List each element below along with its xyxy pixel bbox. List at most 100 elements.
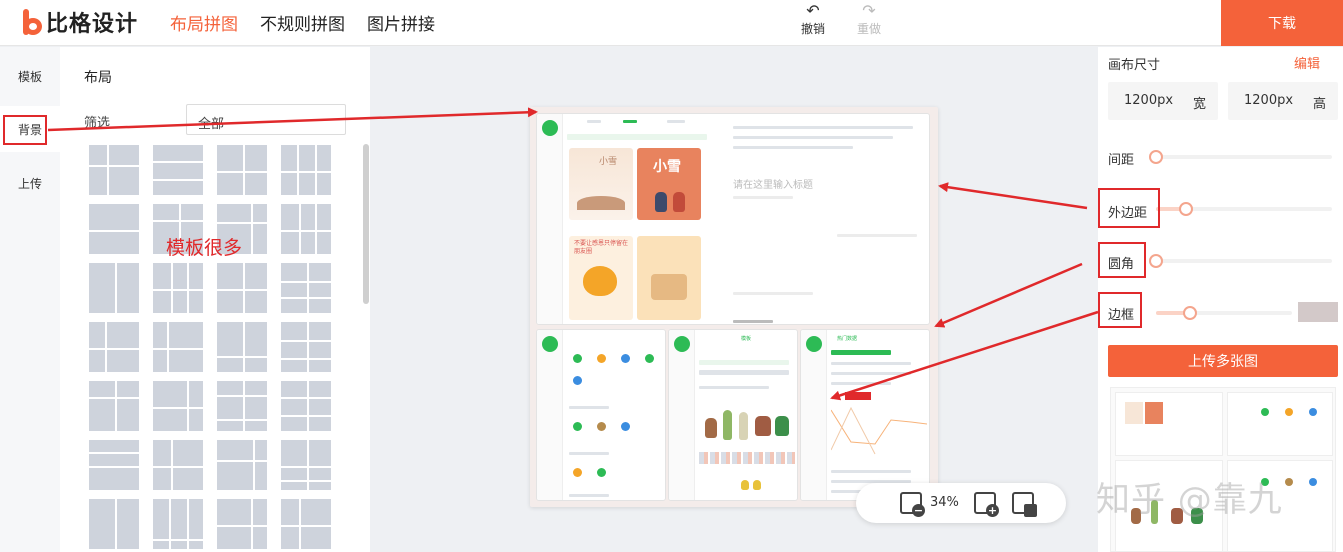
layout-panel: 布局 筛选 全部 模板很多: [60, 47, 370, 552]
collage-2-logo-icon: [542, 336, 558, 352]
layout-template[interactable]: [216, 380, 268, 432]
redo-button[interactable]: ↷ 重做: [854, 2, 884, 37]
main-nav: 布局拼图 不规则拼图 图片拼接: [170, 10, 435, 35]
layout-template[interactable]: [88, 262, 140, 314]
download-button[interactable]: 下载: [1221, 0, 1343, 46]
thanks-card[interactable]: 不要让感恩只停留在朋友圈: [569, 236, 633, 320]
layout-template[interactable]: [216, 439, 268, 491]
width-value: 1200px: [1124, 93, 1174, 108]
radius-slider-knob[interactable]: [1149, 254, 1163, 268]
collage-image-1[interactable]: 小雪 小雪 不要让感恩只停留在朋友圈 请在这里输入标题: [536, 113, 930, 325]
annotation-many-templates: 模板很多: [166, 237, 243, 259]
minus-icon: −: [912, 504, 925, 517]
collage-artboard[interactable]: 小雪 小雪 不要让感恩只停留在朋友圈 请在这里输入标题 模板 热门数据: [530, 107, 938, 507]
layout-template[interactable]: [88, 203, 140, 255]
top-bar: 比格设计 布局拼图 不规则拼图 图片拼接 ↶ 撤销 ↷ 重做 下载: [0, 0, 1343, 46]
canvas-area: 小雪 小雪 不要让感恩只停留在朋友圈 请在这里输入标题 模板 热门数据 − 34…: [370, 47, 1098, 552]
filter-select[interactable]: 全部: [186, 104, 346, 135]
layout-template[interactable]: [280, 262, 332, 314]
collage-image-3[interactable]: 模板: [668, 329, 798, 501]
snow-night-card[interactable]: 小雪: [637, 148, 701, 220]
zoom-out-button[interactable]: −: [900, 492, 925, 517]
edit-size-link[interactable]: 编辑: [1294, 53, 1320, 72]
collage-image-2[interactable]: [536, 329, 666, 501]
collage-preview: [1110, 387, 1336, 552]
collage-3-sidebar: [669, 330, 695, 500]
spacing-label: 间距: [1108, 153, 1135, 168]
height-value: 1200px: [1244, 93, 1294, 108]
canvas-width-input[interactable]: 1200px 宽: [1108, 82, 1218, 120]
layout-template[interactable]: [280, 380, 332, 432]
layout-template[interactable]: [216, 262, 268, 314]
highlight-margin-label: [1098, 188, 1160, 228]
history-controls: ↶ 撤销 ↷ 重做: [798, 2, 884, 37]
redo-icon: ↷: [862, 1, 876, 20]
collage-4-line-chart: [831, 406, 927, 455]
panel-title: 布局: [84, 70, 112, 86]
layout-template[interactable]: [216, 498, 268, 550]
upload-images-button[interactable]: 上传多张图: [1108, 345, 1338, 377]
layout-template[interactable]: [216, 144, 268, 196]
cake-card[interactable]: [637, 236, 701, 320]
zoom-in-button[interactable]: +: [974, 492, 999, 517]
layout-template[interactable]: [152, 144, 204, 196]
layout-template[interactable]: [216, 321, 268, 373]
highlight-radius-label: [1098, 242, 1146, 278]
undo-button[interactable]: ↶ 撤销: [798, 2, 828, 37]
fit-screen-button[interactable]: [1012, 492, 1037, 517]
layout-template[interactable]: [152, 439, 204, 491]
layout-template[interactable]: [152, 380, 204, 432]
highlight-background-tab: [3, 115, 47, 145]
layout-template[interactable]: [88, 498, 140, 550]
border-color-swatch[interactable]: [1298, 302, 1338, 322]
layout-template[interactable]: [88, 144, 140, 196]
spacing-slider[interactable]: [1149, 150, 1332, 164]
undo-icon: ↶: [806, 1, 820, 20]
canvas-size-label: 画布尺寸: [1108, 58, 1161, 73]
layout-template[interactable]: [152, 498, 204, 550]
width-unit: 宽: [1192, 97, 1206, 112]
collage-2-sidebar: [537, 330, 563, 500]
logo-text: 比格设计: [46, 12, 139, 37]
collage-3-logo-icon: [674, 336, 690, 352]
layout-template[interactable]: [280, 321, 332, 373]
collage-image-4[interactable]: 热门数据: [800, 329, 930, 501]
panel-scrollbar[interactable]: [363, 144, 369, 304]
margin-slider-knob[interactable]: [1178, 202, 1193, 216]
border-slider-knob[interactable]: [1183, 306, 1197, 320]
layout-template[interactable]: [88, 380, 140, 432]
tab-layout-collage[interactable]: 布局拼图: [170, 10, 238, 35]
template-grid: [88, 144, 338, 552]
collage-4-sidebar: [801, 330, 827, 500]
layout-template[interactable]: [280, 203, 332, 255]
layout-template[interactable]: [280, 439, 332, 491]
logo-mark-icon: [22, 9, 44, 35]
filter-label: 筛选: [84, 116, 111, 131]
tab-irregular-collage[interactable]: 不规则拼图: [260, 10, 345, 35]
zoom-control: − 34% +: [856, 483, 1066, 523]
spacing-slider-knob[interactable]: [1149, 150, 1163, 164]
highlight-border-label: [1098, 292, 1142, 328]
plus-icon: +: [986, 504, 999, 517]
layout-template[interactable]: [152, 262, 204, 314]
border-slider[interactable]: [1156, 306, 1292, 320]
undo-label: 撤销: [800, 22, 825, 36]
radius-slider[interactable]: [1149, 254, 1332, 268]
fit-screen-icon: [1024, 504, 1037, 517]
redo-label: 重做: [856, 22, 881, 36]
layout-template[interactable]: [152, 321, 204, 373]
snow-card[interactable]: 小雪: [569, 148, 633, 220]
canvas-height-input[interactable]: 1200px 高: [1228, 82, 1338, 120]
logo[interactable]: 比格设计: [22, 7, 138, 37]
layout-template[interactable]: [280, 144, 332, 196]
rail-item-upload[interactable]: 上传: [0, 160, 60, 206]
rail-item-templates[interactable]: 模板: [0, 53, 60, 99]
collage-1-sidebar: [537, 114, 563, 324]
editor-title-placeholder: 请在这里输入标题: [733, 180, 813, 191]
layout-template[interactable]: [88, 439, 140, 491]
layout-template[interactable]: [280, 498, 332, 550]
height-unit: 高: [1312, 97, 1326, 112]
tab-image-stitch[interactable]: 图片拼接: [367, 10, 435, 35]
margin-slider[interactable]: [1156, 202, 1332, 216]
layout-template[interactable]: [88, 321, 140, 373]
